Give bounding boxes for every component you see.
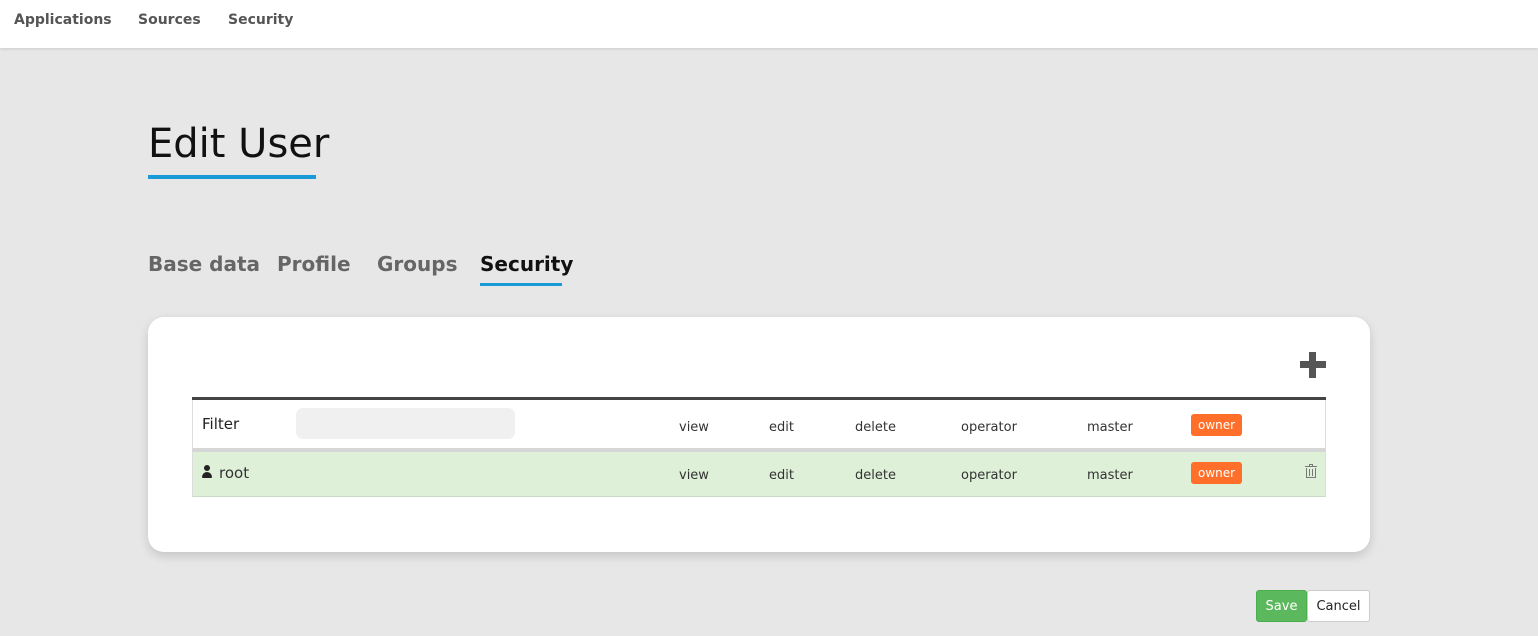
top-navigation: Applications Sources Security	[0, 0, 1538, 48]
header-perm-operator[interactable]: operator	[961, 420, 1017, 435]
user-name: root	[219, 464, 250, 482]
header-perm-edit[interactable]: edit	[769, 420, 794, 435]
security-panel: Filter view edit delete operator master …	[148, 317, 1370, 552]
row-perm-delete[interactable]: delete	[855, 468, 896, 483]
row-perm-operator[interactable]: operator	[961, 468, 1017, 483]
header-perm-delete[interactable]: delete	[855, 420, 896, 435]
row-perm-owner-badge[interactable]: owner	[1191, 462, 1243, 484]
add-permission-button[interactable]	[1300, 352, 1326, 378]
page-title: Edit User	[148, 121, 330, 167]
nav-item-security[interactable]: Security	[228, 12, 293, 28]
header-perm-master[interactable]: master	[1087, 420, 1133, 435]
active-tab-indicator	[480, 283, 562, 286]
tab-profile[interactable]: Profile	[277, 252, 351, 276]
tab-security[interactable]: Security	[480, 252, 573, 276]
table-header-row: Filter view edit delete operator master …	[192, 400, 1326, 452]
nav-item-applications[interactable]: Applications	[14, 12, 112, 28]
cancel-button[interactable]: Cancel	[1307, 590, 1370, 622]
row-perm-view[interactable]: view	[679, 468, 709, 483]
row-perm-edit[interactable]: edit	[769, 468, 794, 483]
trash-icon[interactable]	[1305, 464, 1317, 478]
tab-groups[interactable]: Groups	[377, 252, 457, 276]
user-icon	[202, 465, 212, 479]
filter-input[interactable]	[296, 408, 515, 439]
title-underline	[148, 175, 316, 179]
header-perm-owner-badge[interactable]: owner	[1191, 414, 1243, 436]
row-perm-master[interactable]: master	[1087, 468, 1133, 483]
filter-label: Filter	[202, 415, 240, 433]
tab-base-data[interactable]: Base data	[148, 252, 260, 276]
table-row: root view edit delete operator master ow…	[192, 452, 1326, 497]
save-button[interactable]: Save	[1256, 590, 1307, 622]
nav-item-sources[interactable]: Sources	[138, 12, 201, 28]
header-perm-view[interactable]: view	[679, 420, 709, 435]
permissions-table: Filter view edit delete operator master …	[192, 397, 1326, 497]
